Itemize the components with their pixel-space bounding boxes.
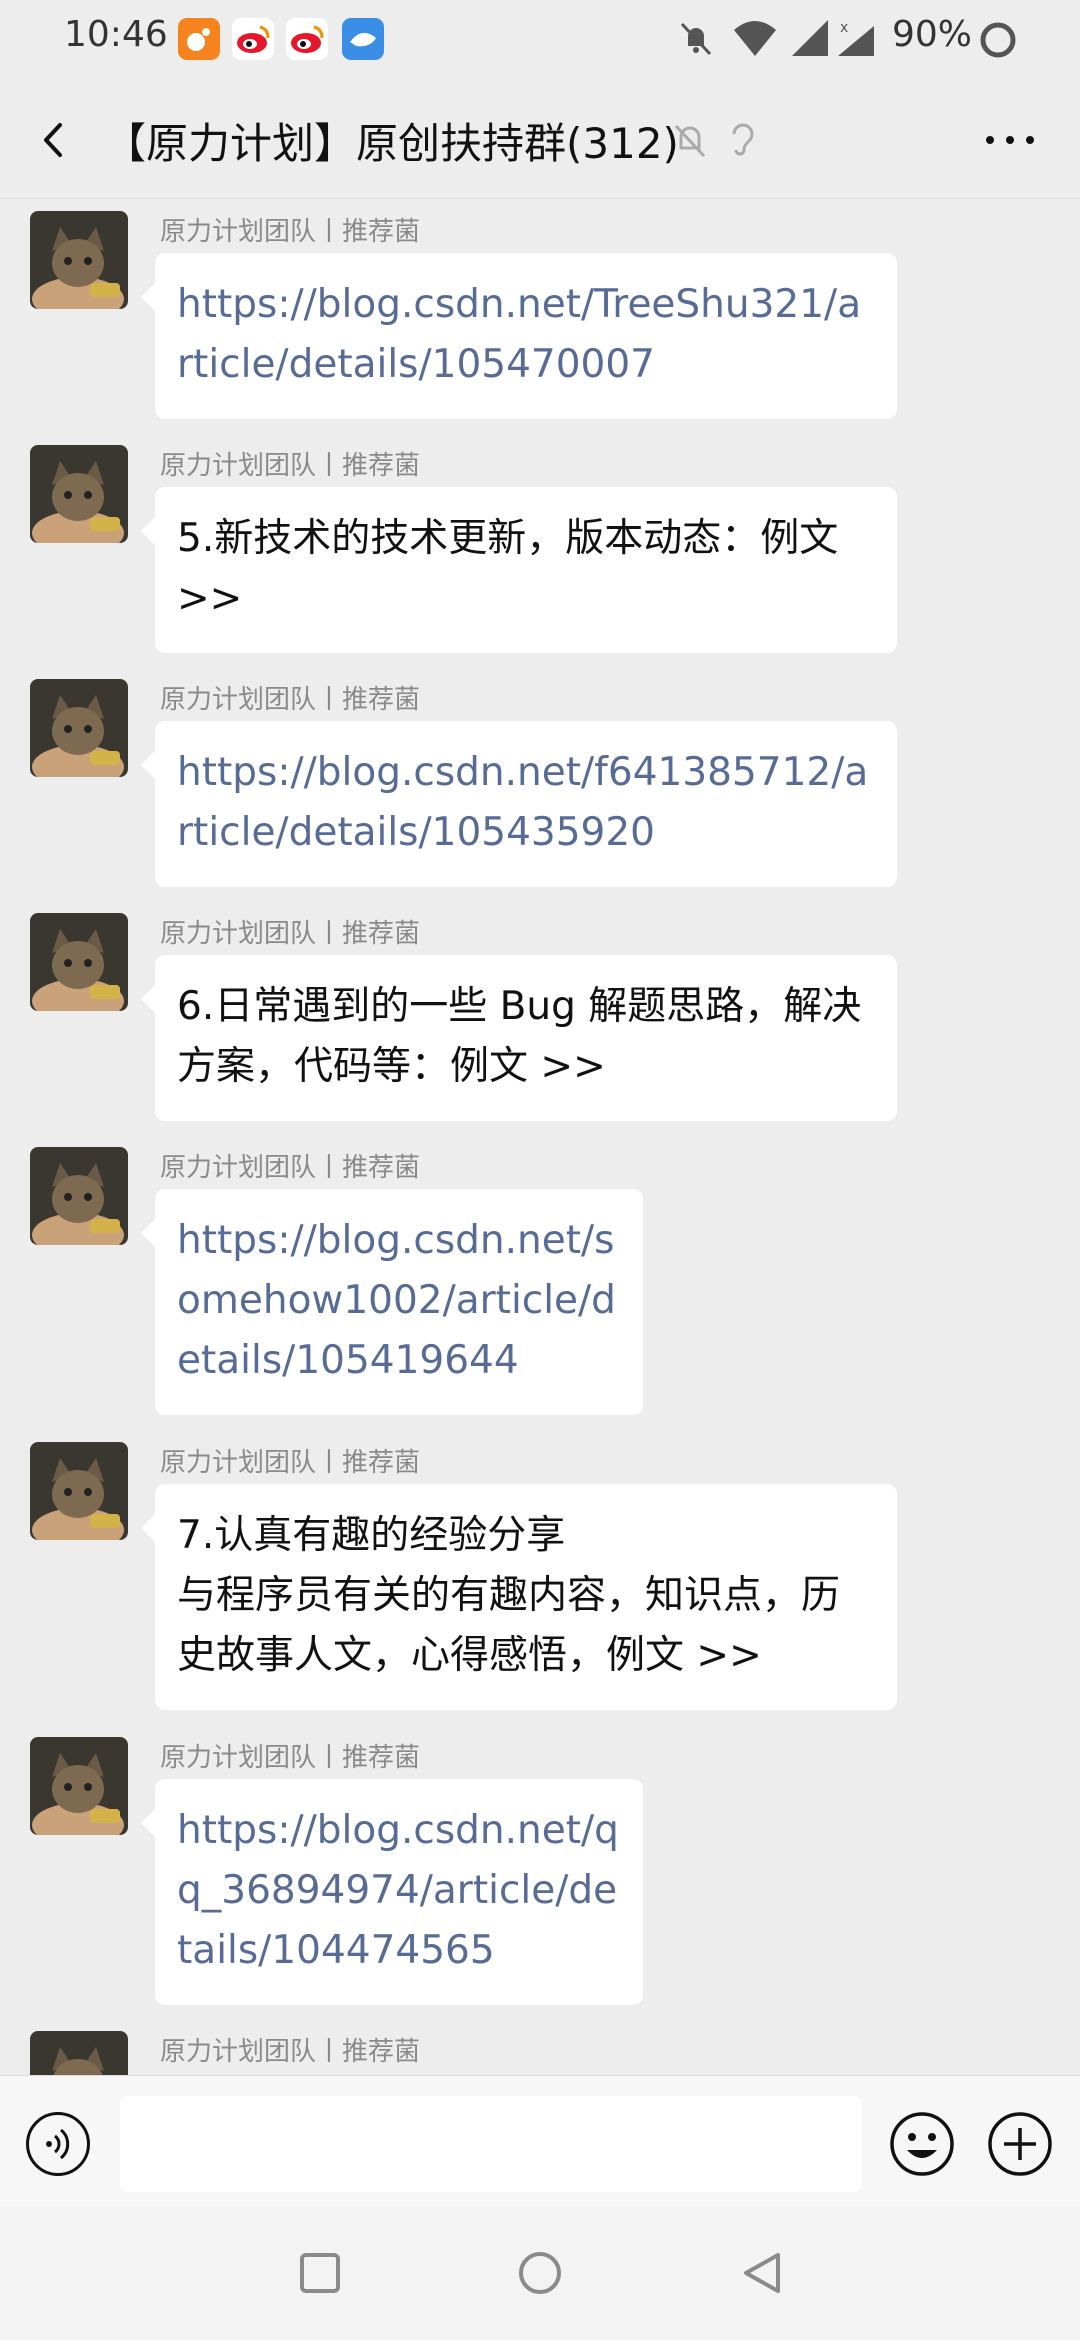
- sender-name: 原力计划团队丨推荐菌: [160, 685, 421, 715]
- chat-header: 【原力计划】原创扶持群(312): [0, 80, 1080, 199]
- avatar[interactable]: [30, 211, 128, 309]
- weibo-red-icon: [232, 18, 274, 60]
- svg-text:x: x: [840, 20, 848, 36]
- avatar[interactable]: [30, 2031, 128, 2075]
- home-circle-icon[interactable]: [512, 2245, 568, 2301]
- sender-name: 原力计划团队丨推荐菌: [160, 919, 421, 949]
- message-input[interactable]: [120, 2096, 862, 2192]
- message-bubble-link[interactable]: https://blog.csdn.net/somehow1002/articl…: [141, 1189, 643, 1415]
- voice-icon[interactable]: [26, 2112, 90, 2176]
- message-bubble-text[interactable]: 5.新技术的技术更新，版本动态：例文 >>: [141, 487, 897, 653]
- weibo-red-icon: [286, 18, 328, 60]
- sender-name: 原力计划团队丨推荐菌: [160, 217, 421, 247]
- sender-name: 原力计划团队丨推荐菌: [160, 451, 421, 481]
- recents-square-icon[interactable]: [292, 2245, 348, 2301]
- sender-name: 原力计划团队丨推荐菌: [160, 1153, 421, 1183]
- avatar[interactable]: [30, 679, 128, 777]
- avatar[interactable]: [30, 1442, 128, 1540]
- app-blue-icon: [342, 18, 384, 60]
- message-bubble-link[interactable]: https://blog.csdn.net/f641385712/article…: [141, 721, 897, 887]
- avatar[interactable]: [30, 1147, 128, 1245]
- battery-percent: 90%: [892, 14, 973, 55]
- input-bar: [0, 2075, 1080, 2208]
- battery-ring-icon: [980, 22, 1016, 58]
- system-nav-bar: [0, 2207, 1080, 2340]
- back-triangle-icon[interactable]: [734, 2245, 790, 2301]
- status-bar: 10:46 x 90%: [0, 0, 1080, 80]
- message-bubble-text[interactable]: 6.日常遇到的一些 Bug 解题思路，解决方案，代码等：例文 >>: [141, 955, 897, 1121]
- sender-name: 原力计划团队丨推荐菌: [160, 2037, 421, 2067]
- avatar[interactable]: [30, 1737, 128, 1835]
- chevron-left-icon[interactable]: [30, 115, 80, 165]
- mute-icon: [680, 22, 712, 56]
- more-dots-icon[interactable]: [980, 122, 1040, 158]
- weibo-orange-icon: [178, 18, 220, 60]
- avatar[interactable]: [30, 913, 128, 1011]
- sender-name: 原力计划团队丨推荐菌: [160, 1743, 421, 1773]
- message-list[interactable]: 原力计划团队丨推荐菌 https://blog.csdn.net/TreeShu…: [0, 199, 1080, 2075]
- emoji-icon[interactable]: [888, 2110, 956, 2178]
- mute-icon: [674, 124, 706, 158]
- sender-name: 原力计划团队丨推荐菌: [160, 1448, 421, 1478]
- plus-icon[interactable]: [986, 2110, 1054, 2178]
- ear-icon: [732, 123, 754, 156]
- message-bubble-link[interactable]: https://blog.csdn.net/qq_36894974/articl…: [141, 1779, 643, 2005]
- status-time: 10:46: [64, 14, 168, 55]
- message-bubble-text[interactable]: 7.认真有趣的经验分享 与程序员有关的有趣内容，知识点，历史故事人文，心得感悟，…: [141, 1484, 897, 1710]
- signal-icon: [792, 20, 828, 56]
- signal-x-icon: x: [838, 20, 874, 56]
- avatar[interactable]: [30, 445, 128, 543]
- wifi-icon: [734, 21, 776, 56]
- chat-title[interactable]: 【原力计划】原创扶持群(312): [104, 110, 679, 171]
- message-bubble-link[interactable]: https://blog.csdn.net/TreeShu321/article…: [141, 253, 897, 419]
